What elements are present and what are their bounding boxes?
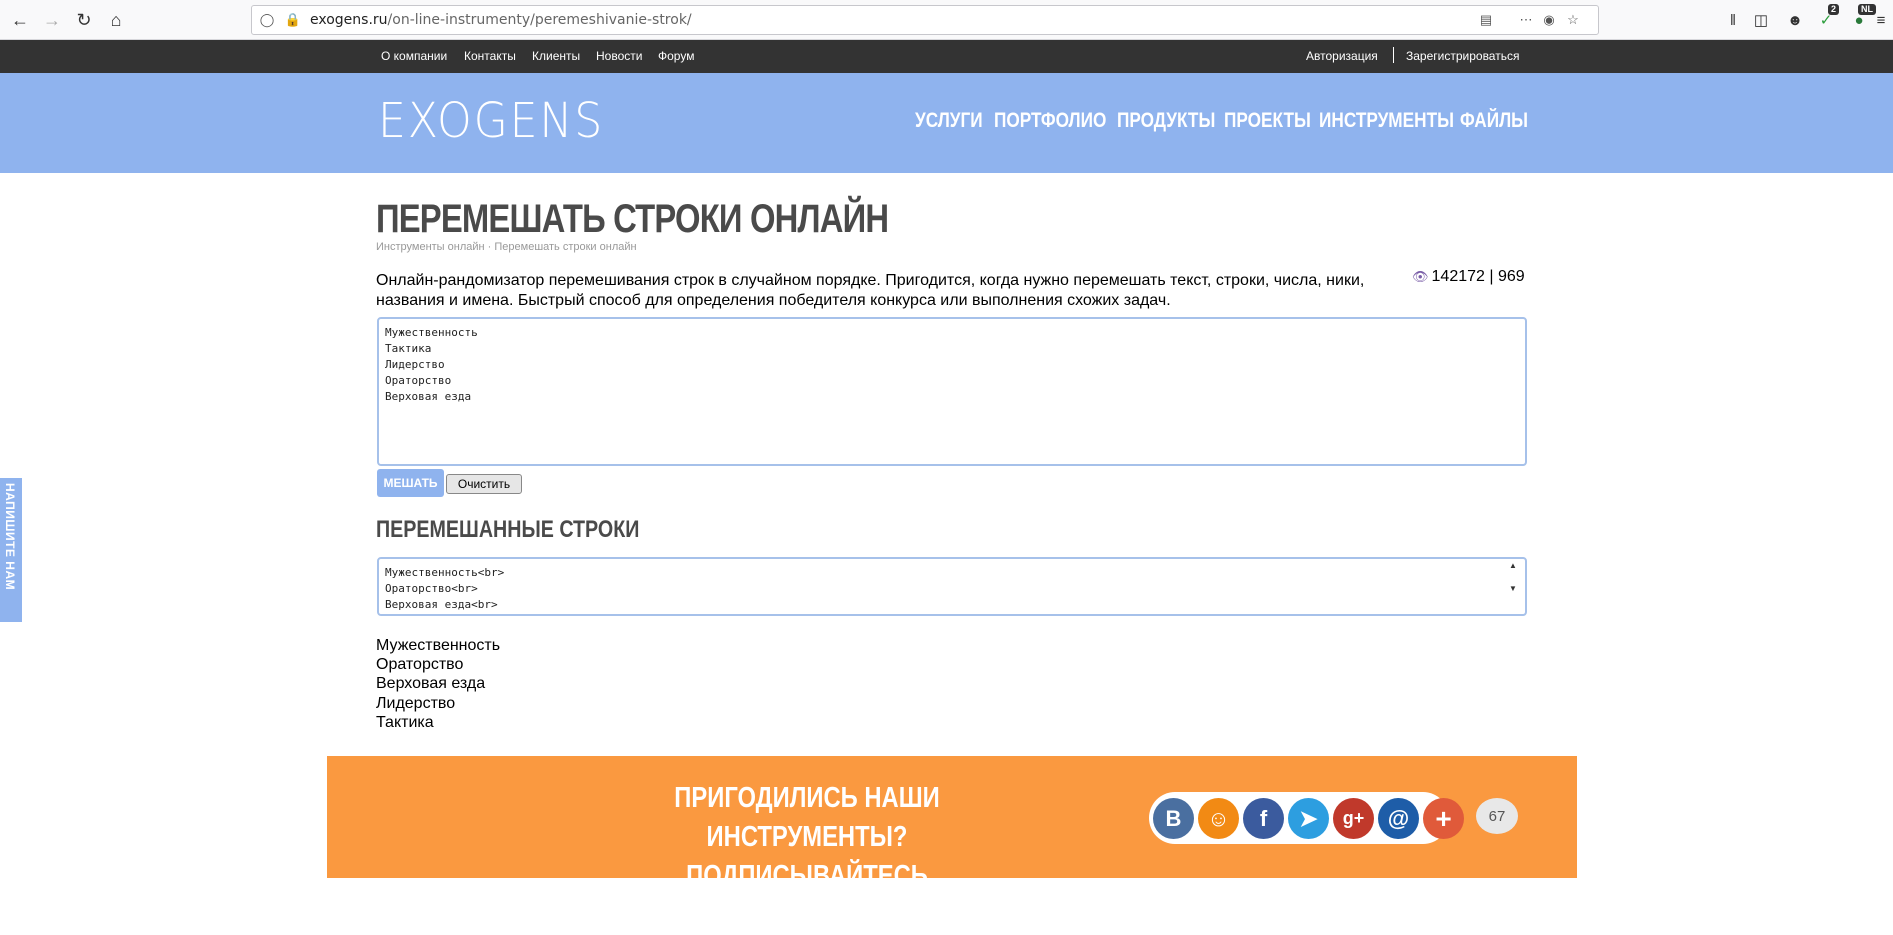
- menu-item-services[interactable]: УСЛУГИ: [915, 109, 983, 133]
- subscribe-banner: ПРИГОДИЛИСЬ НАШИ ИНСТРУМЕНТЫ? ПОДПИСЫВАЙ…: [327, 756, 1577, 931]
- twitter-share-icon[interactable]: ➤: [1288, 798, 1329, 839]
- share-count: 67: [1476, 798, 1518, 834]
- banner-line-2-prefix: ПОДПИСЫВАЙТЕСЬ: [686, 860, 928, 892]
- result-section-title: ПЕРЕМЕШАННЫЕ СТРОКИ: [376, 516, 640, 543]
- nav-link-forum[interactable]: Форум: [658, 49, 694, 63]
- scroll-down-icon[interactable]: ▼: [1509, 584, 1517, 593]
- site-logo[interactable]: EXOGENS: [378, 93, 604, 149]
- reader-view-icon[interactable]: ▤: [1477, 11, 1495, 29]
- nav-divider: [1393, 47, 1394, 63]
- more-share-icon[interactable]: +: [1423, 798, 1464, 839]
- page-title: ПЕРЕМЕШАТЬ СТРОКИ ОНЛАЙН: [376, 197, 889, 241]
- clear-button[interactable]: Очистить: [446, 474, 522, 494]
- breadcrumb-current: Перемешать строки онлайн: [494, 241, 637, 253]
- url-domain: exogens.ru: [310, 12, 388, 28]
- result-code-textarea[interactable]: Мужественность<br> Ораторство<br> Верхов…: [377, 557, 1527, 616]
- feedback-tab-label: НАПИШИТЕ НАМ: [3, 483, 17, 591]
- facebook-share-icon[interactable]: f: [1243, 798, 1284, 839]
- eye-icon: 👁: [1412, 269, 1429, 284]
- menu-icon[interactable]: ≡: [1870, 9, 1892, 31]
- bookmark-star-icon[interactable]: ☆: [1564, 11, 1582, 29]
- result-line: Тактика: [376, 713, 434, 731]
- browser-toolbar: ← → ↻ ⌂ ◯ 🔒 exogens.ru/on-line-instrumen…: [0, 0, 1893, 40]
- breadcrumb-root-link[interactable]: Инструменты онлайн: [376, 241, 485, 253]
- breadcrumb: Инструменты онлайн · Перемешать строки о…: [376, 241, 637, 253]
- result-line: Верховая езда: [376, 675, 486, 693]
- pocket-icon[interactable]: ◉: [1540, 11, 1558, 29]
- menu-item-projects[interactable]: ПРОЕКТЫ: [1224, 109, 1311, 133]
- view-count-text: 142172 | 969: [1431, 268, 1525, 285]
- banner-line-2: ПОДПИСЫВАЙТЕСЬ VK.COM/EXOGENS!: [577, 857, 1036, 935]
- result-list: Мужественность Ораторство Верховая езда …: [376, 636, 500, 732]
- url-path: /on-line-instrumenty/peremeshivanie-stro…: [387, 12, 692, 28]
- mail-share-icon[interactable]: @: [1378, 798, 1419, 839]
- banner-line-2-suffix: !: [912, 899, 921, 931]
- banner-line-1: ПРИГОДИЛИСЬ НАШИ ИНСТРУМЕНТЫ?: [674, 782, 940, 853]
- vk-share-icon[interactable]: B: [1153, 798, 1194, 839]
- insecure-lock-icon[interactable]: 🔒: [284, 11, 302, 29]
- sidebar-icon[interactable]: ◫: [1750, 9, 1772, 31]
- url-text: exogens.ru/on-line-instrumenty/peremeshi…: [310, 12, 692, 28]
- scroll-up-icon[interactable]: ▲: [1509, 561, 1517, 570]
- more-actions-icon[interactable]: ⋯: [1517, 11, 1535, 29]
- nav-link-contacts[interactable]: Контакты: [464, 49, 516, 63]
- nav-link-about[interactable]: О компании: [381, 49, 447, 63]
- mix-button[interactable]: МЕШАТЬ: [377, 469, 444, 497]
- banner-text: ПРИГОДИЛИСЬ НАШИ ИНСТРУМЕНТЫ? ПОДПИСЫВАЙ…: [577, 779, 1036, 935]
- result-line: Лидерство: [376, 694, 456, 712]
- site-header: EXOGENS УСЛУГИ ПОРТФОЛИО ПРОДУКТЫ ПРОЕКТ…: [0, 73, 1893, 173]
- forward-icon[interactable]: →: [38, 6, 66, 34]
- home-icon[interactable]: ⌂: [102, 6, 130, 34]
- view-counter: 👁 142172 | 969: [1412, 268, 1525, 286]
- register-link[interactable]: Зарегистрироваться: [1406, 49, 1519, 63]
- menu-item-tools[interactable]: ИНСТРУМЕНТЫ: [1319, 109, 1454, 133]
- nav-link-news[interactable]: Новости: [596, 49, 642, 63]
- intro-text: Онлайн-рандомизатор перемешивания строк …: [376, 272, 1365, 309]
- back-icon[interactable]: ←: [6, 6, 34, 34]
- account-icon[interactable]: ☻: [1784, 9, 1806, 31]
- site-top-nav: О компании Контакты Клиенты Новости Фору…: [0, 40, 1893, 73]
- nav-link-clients[interactable]: Клиенты: [532, 49, 580, 63]
- input-lines-textarea[interactable]: Мужественность Тактика Лидерство Ораторс…: [377, 317, 1527, 466]
- result-line: Ораторство: [376, 656, 464, 674]
- feedback-side-tab[interactable]: НАПИШИТЕ НАМ: [0, 478, 22, 622]
- odnoklassniki-share-icon[interactable]: ☺: [1198, 798, 1239, 839]
- shield-icon[interactable]: ◯: [258, 11, 276, 29]
- menu-item-files[interactable]: ФАЙЛЫ: [1460, 109, 1528, 133]
- google-plus-share-icon[interactable]: g+: [1333, 798, 1374, 839]
- menu-item-portfolio[interactable]: ПОРТФОЛИО: [994, 109, 1106, 133]
- address-bar[interactable]: ◯ 🔒 exogens.ru/on-line-instrumenty/perem…: [251, 5, 1599, 35]
- breadcrumb-separator: ·: [484, 241, 495, 253]
- menu-item-products[interactable]: ПРОДУКТЫ: [1117, 109, 1215, 133]
- extension-badge: 2: [1828, 4, 1840, 15]
- library-icon[interactable]: ‖: [1722, 9, 1744, 31]
- reload-icon[interactable]: ↻: [70, 6, 98, 34]
- login-link[interactable]: Авторизация: [1306, 49, 1378, 63]
- result-line: Мужественность: [376, 637, 501, 654]
- vk-link[interactable]: VK.COM/EXOGENS: [693, 899, 912, 931]
